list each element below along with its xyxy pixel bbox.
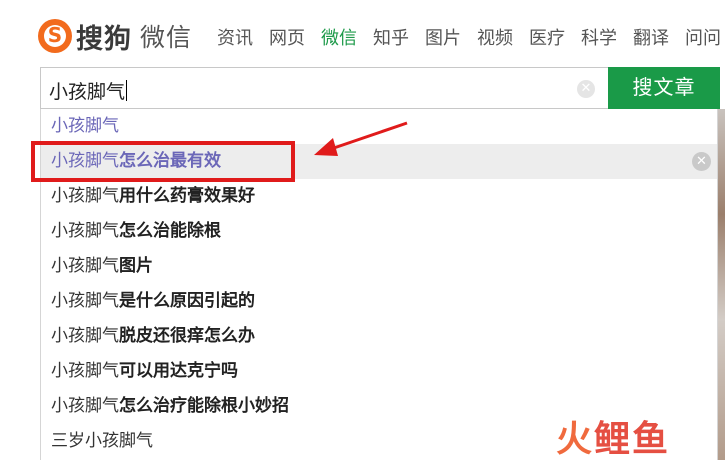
page: 搜狗 微信 资讯网页微信知乎图片视频医疗科学翻译问问 小孩脚气 ✕ 搜文章 小孩… <box>0 0 725 460</box>
watermark-part1: 火 <box>556 419 595 460</box>
watermark-logo: 火鲤鱼 <box>556 410 670 460</box>
watermark-part2: 鲤鱼 <box>594 419 671 460</box>
annotation-arrow-icon <box>314 121 408 156</box>
